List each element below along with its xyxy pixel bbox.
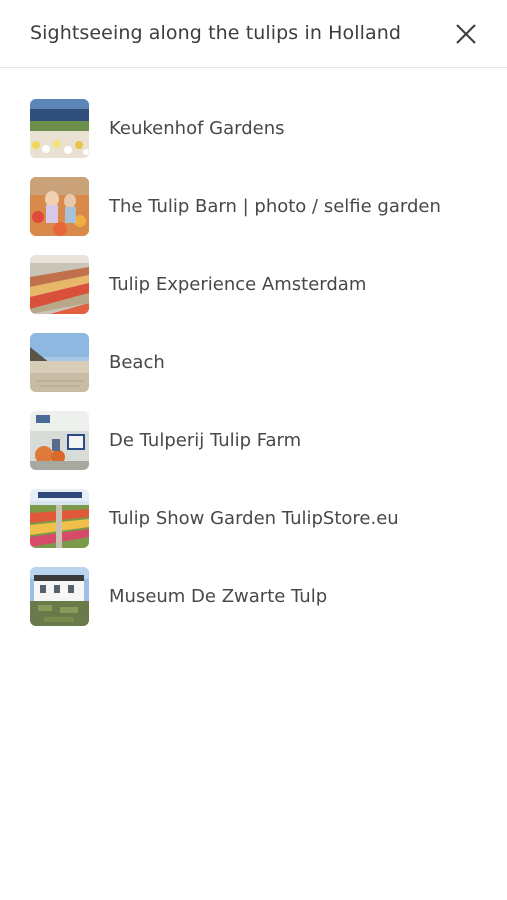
- close-button[interactable]: [453, 21, 479, 47]
- list-item-label: Tulip Experience Amsterdam: [109, 273, 367, 295]
- beach-photo: [30, 332, 89, 392]
- list-item-tulip-show-garden[interactable]: Tulip Show Garden TulipStore.eu: [30, 488, 487, 548]
- list-item-label: De Tulperij Tulip Farm: [109, 429, 302, 451]
- header: Sightseeing along the tulips in Holland: [0, 0, 507, 68]
- close-icon: [456, 24, 476, 44]
- list-item-tulip-experience-amsterdam[interactable]: Tulip Experience Amsterdam: [30, 254, 487, 314]
- tulip-barn-photo: [30, 176, 89, 236]
- museum-zwarte-tulp-photo: [30, 566, 89, 626]
- list-item-tulip-barn[interactable]: The Tulip Barn | photo / selfie garden: [30, 176, 487, 236]
- list-item-keukenhof-gardens[interactable]: Keukenhof Gardens: [30, 98, 487, 158]
- keukenhof-gardens-photo: [30, 98, 89, 158]
- list-item-label: Beach: [109, 351, 165, 373]
- page-title: Sightseeing along the tulips in Holland: [30, 22, 402, 44]
- list-item-beach[interactable]: Beach: [30, 332, 487, 392]
- tulperij-farm-photo: [30, 410, 89, 470]
- list-item-museum-de-zwarte-tulp[interactable]: Museum De Zwarte Tulp: [30, 566, 487, 626]
- list-item-label: The Tulip Barn | photo / selfie garden: [109, 195, 441, 217]
- tulip-show-garden-photo: [30, 488, 89, 548]
- list-item-label: Tulip Show Garden TulipStore.eu: [109, 507, 399, 529]
- list-item-de-tulperij-tulip-farm[interactable]: De Tulperij Tulip Farm: [30, 410, 487, 470]
- tulip-experience-photo: [30, 254, 89, 314]
- list-item-label: Keukenhof Gardens: [109, 117, 285, 139]
- list-item-label: Museum De Zwarte Tulp: [109, 585, 328, 607]
